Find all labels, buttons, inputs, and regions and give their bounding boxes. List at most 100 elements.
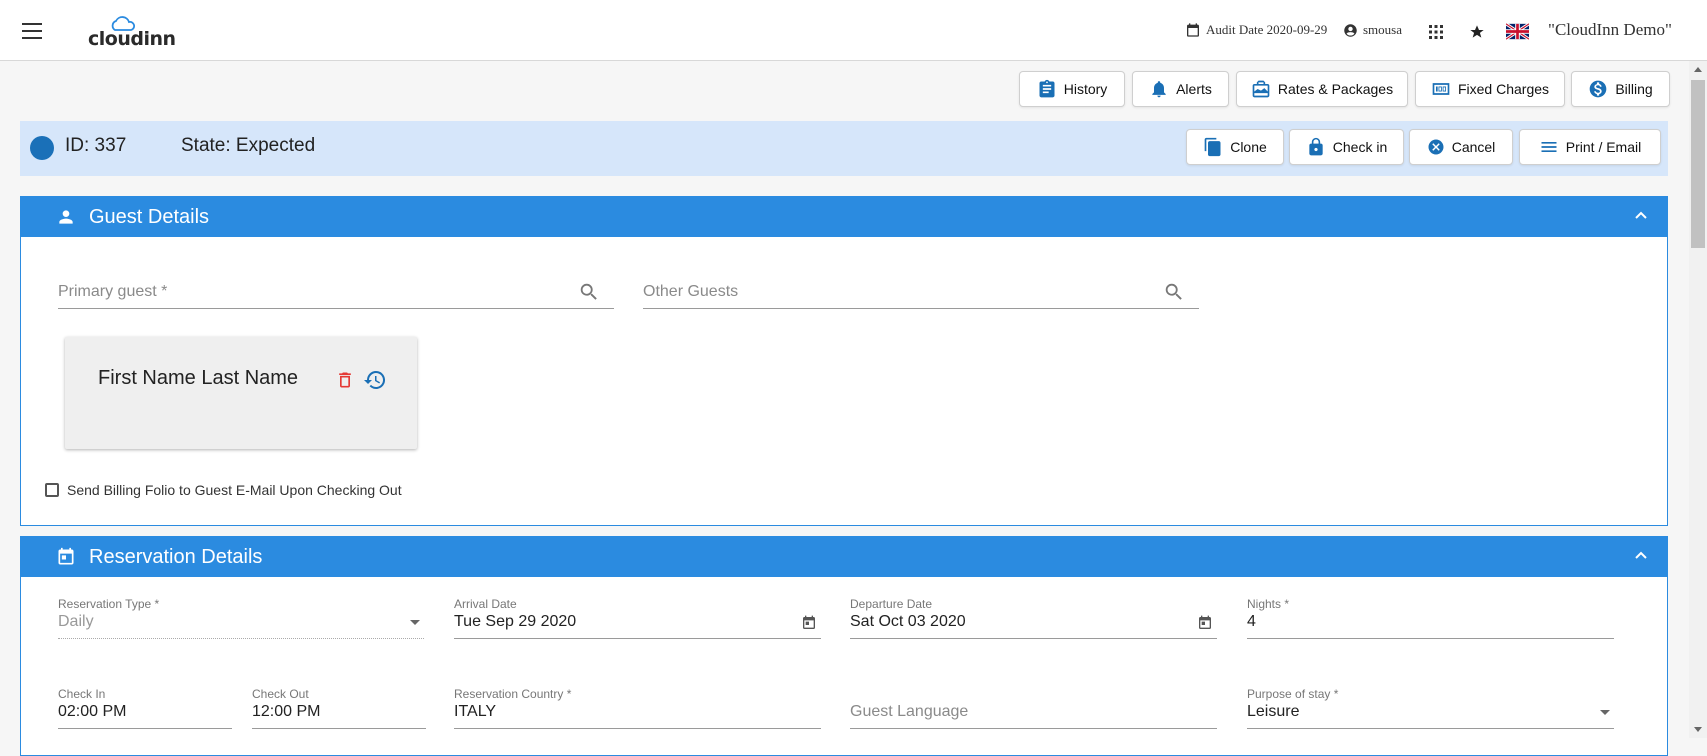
check-out-time-underline [252, 728, 426, 729]
purpose-of-stay-label: Purpose of stay * [1247, 687, 1339, 701]
search-icon[interactable] [1163, 281, 1185, 303]
chevron-up-icon[interactable] [1633, 207, 1649, 223]
calendar-icon[interactable] [801, 615, 817, 631]
alerts-label: Alerts [1176, 81, 1212, 97]
delete-icon[interactable] [335, 369, 355, 391]
departure-date-value: Sat Oct 03 2020 [850, 613, 966, 630]
rates-card-icon [1252, 80, 1270, 98]
nights-label: Nights * [1247, 597, 1290, 611]
bell-icon [1152, 81, 1166, 98]
audit-date-text: Audit Date 2020-09-29 [1206, 22, 1328, 37]
brand-name: cloudinn [88, 28, 176, 50]
history-restore-icon[interactable] [363, 368, 387, 392]
reservation-type-value: Daily [58, 613, 94, 630]
history-button[interactable]: History [1019, 71, 1125, 107]
departure-date-underline [850, 638, 1217, 639]
nights-field[interactable]: Nights * 4 [1247, 597, 1614, 639]
guest-card-name: First Name Last Name [98, 367, 299, 389]
reservation-details-title: Reservation Details [89, 546, 263, 568]
scroll-down-arrow-icon[interactable] [1694, 727, 1702, 732]
audit-date[interactable]: Audit Date 2020-09-29 [1185, 22, 1327, 38]
user-menu[interactable]: smousa [1343, 22, 1402, 38]
check-out-time-label: Check Out [252, 687, 309, 701]
fixed-charges-button[interactable]: Fixed Charges [1415, 71, 1565, 107]
star-icon[interactable] [1469, 24, 1485, 40]
other-guests-placeholder: Other Guests [643, 283, 739, 300]
arrival-date-underline [454, 638, 821, 639]
send-folio-row[interactable]: Send Billing Folio to Guest E-Mail Upon … [45, 482, 402, 498]
reservation-details-panel: Reservation Details Reservation Type * D… [20, 536, 1668, 756]
reservation-details-header[interactable]: Reservation Details [21, 537, 1667, 577]
purpose-of-stay-select[interactable]: Purpose of stay * Leisure [1247, 687, 1614, 729]
check-in-time-value: 02:00 PM [58, 703, 127, 720]
check-out-time-value: 12:00 PM [252, 703, 321, 720]
reservation-country-underline [454, 728, 821, 729]
copy-icon [1204, 137, 1221, 157]
reservation-state: State: Expected [181, 135, 316, 156]
purpose-of-stay-value: Leisure [1247, 703, 1300, 720]
arrival-date-label: Arrival Date [454, 597, 517, 611]
reservation-type-underline [58, 638, 424, 639]
account-circle-icon [1344, 23, 1357, 37]
search-icon[interactable] [578, 281, 600, 303]
rates-packages-label: Rates & Packages [1277, 81, 1394, 97]
logo[interactable]: cloudinn [88, 16, 178, 50]
print-email-button[interactable]: Print / Email [1519, 129, 1661, 165]
company-name[interactable]: "CloudInn Demo" [1548, 20, 1672, 40]
dollar-circle-icon [1589, 80, 1607, 98]
person-icon [59, 210, 73, 224]
nights-value: 4 [1247, 613, 1256, 630]
primary-guest-underline [58, 308, 614, 309]
reservation-id: ID: 337 [65, 135, 127, 156]
chevron-down-icon[interactable] [1600, 710, 1610, 715]
guest-details-panel: Guest Details Primary guest * Other Gues… [20, 196, 1668, 526]
guest-card: First Name Last Name [65, 337, 417, 449]
print-email-label: Print / Email [1565, 139, 1642, 155]
calendar-icon[interactable] [1197, 615, 1213, 631]
reservation-type-label: Reservation Type * [58, 597, 160, 611]
arrival-date-field[interactable]: Arrival Date Tue Sep 29 2020 [454, 597, 821, 639]
calendar-icon [58, 547, 74, 565]
check-out-time-field[interactable]: Check Out 12:00 PM [252, 687, 426, 729]
clipboard-icon [1039, 79, 1055, 98]
lines-menu-icon [1541, 142, 1557, 152]
check-in-time-label: Check In [58, 687, 106, 701]
arrival-date-value: Tue Sep 29 2020 [454, 613, 577, 630]
primary-guest-input[interactable]: Primary guest * [58, 273, 614, 309]
chevron-up-icon[interactable] [1633, 547, 1649, 563]
check-in-time-underline [58, 728, 232, 729]
alerts-button[interactable]: Alerts [1132, 71, 1229, 107]
page-scrollbar[interactable] [1689, 61, 1707, 738]
check-in-button[interactable]: Check in [1289, 129, 1404, 165]
uk-flag-icon[interactable] [1506, 23, 1529, 40]
billing-button[interactable]: Billing [1571, 71, 1670, 107]
guest-language-underline [850, 728, 1217, 729]
reservation-country-field[interactable]: Reservation Country * ITALY [454, 687, 821, 729]
clone-button[interactable]: Clone [1186, 129, 1284, 165]
billing-label: Billing [1615, 81, 1653, 97]
send-folio-checkbox[interactable] [45, 483, 59, 497]
primary-guest-placeholder: Primary guest * [58, 283, 168, 300]
calendar-icon [1187, 23, 1199, 37]
chevron-down-icon[interactable] [410, 620, 420, 625]
rates-packages-button[interactable]: Rates & Packages [1236, 71, 1408, 107]
departure-date-label: Departure Date [850, 597, 933, 611]
send-folio-label: Send Billing Folio to Guest E-Mail Upon … [67, 482, 402, 498]
guest-language-field[interactable]: Guest Language [850, 687, 1217, 729]
username: smousa [1363, 22, 1402, 37]
reservation-country-label: Reservation Country * [454, 687, 572, 701]
nights-underline [1247, 638, 1614, 639]
cancel-button[interactable]: Cancel [1409, 129, 1513, 165]
apps-grid-icon[interactable] [1429, 25, 1443, 39]
scroll-thumb[interactable] [1691, 80, 1705, 248]
check-in-time-field[interactable]: Check In 02:00 PM [58, 687, 232, 729]
reservation-type-select[interactable]: Reservation Type * Daily [58, 597, 424, 639]
departure-date-field[interactable]: Departure Date Sat Oct 03 2020 [850, 597, 1217, 639]
status-dot-icon [30, 136, 54, 160]
scroll-up-arrow-icon[interactable] [1694, 67, 1702, 72]
guest-details-title: Guest Details [89, 206, 210, 228]
guest-language-placeholder: Guest Language [850, 703, 969, 720]
menu-icon[interactable] [22, 23, 42, 39]
guest-details-header[interactable]: Guest Details [21, 197, 1667, 237]
other-guests-input[interactable]: Other Guests [643, 273, 1199, 309]
